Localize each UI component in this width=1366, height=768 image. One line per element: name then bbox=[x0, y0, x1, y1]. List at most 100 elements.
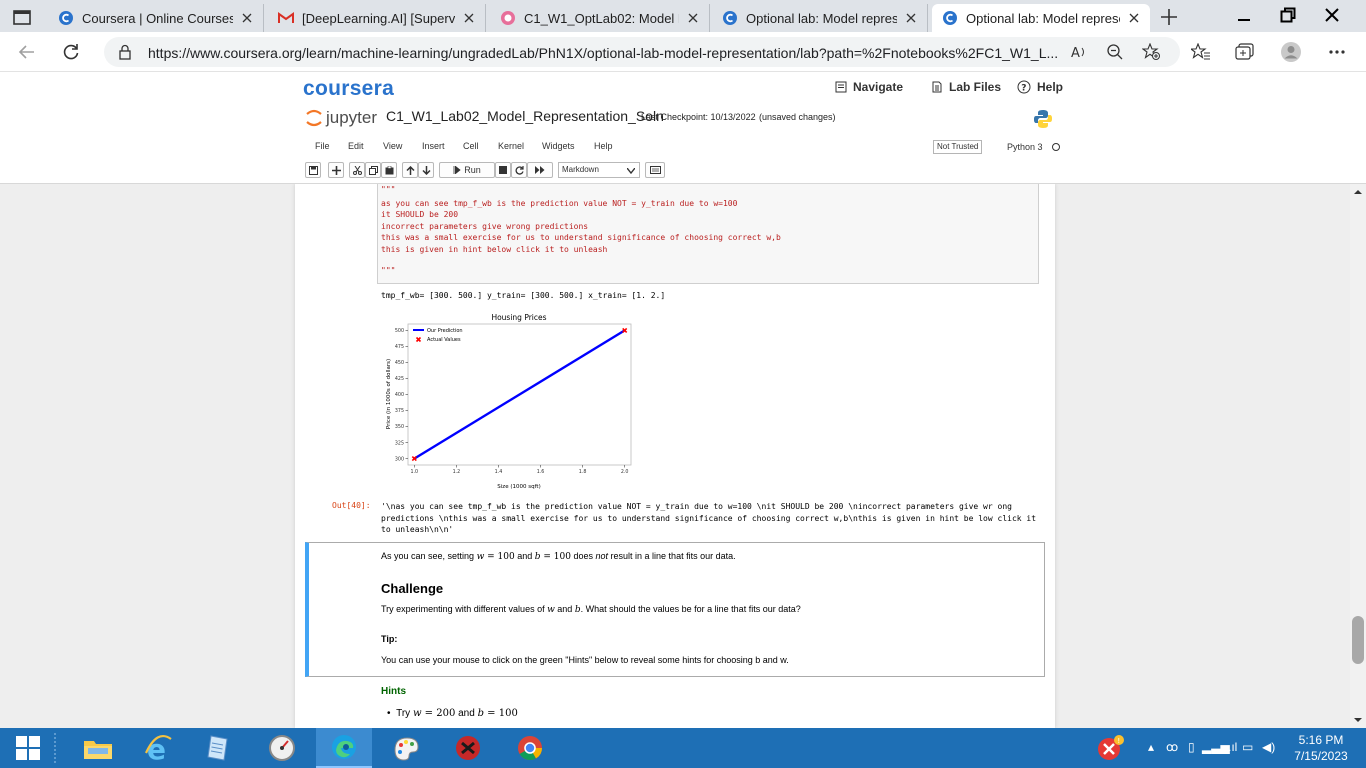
edge-browser-icon[interactable] bbox=[316, 728, 372, 768]
speedometer-app-icon[interactable] bbox=[254, 728, 310, 768]
tab-coursera-home[interactable]: Coursera | Online Courses & C bbox=[48, 4, 264, 32]
not-trusted-button[interactable]: Not Trusted bbox=[933, 140, 983, 154]
paste-icon[interactable] bbox=[381, 162, 397, 178]
kernel-name[interactable]: Python 3 bbox=[1007, 142, 1043, 152]
help-button[interactable]: ? Help bbox=[1017, 80, 1063, 94]
vertical-scrollbar[interactable] bbox=[1350, 184, 1366, 728]
markdown-cell-selected[interactable]: As you can see, setting w = 100 and b = … bbox=[305, 542, 1045, 677]
notification-app-icon[interactable]: ! bbox=[1082, 728, 1138, 768]
tab-optlab02[interactable]: C1_W1_OptLab02: Model Rep bbox=[490, 4, 710, 32]
y-tick-label: 425 bbox=[395, 376, 404, 382]
zoom-out-icon[interactable] bbox=[1106, 43, 1124, 61]
windows-taskbar: e ! ▴ ꝏ ▯ ▂▃▅ .ıl ▭ ◀) 5:16 PM 7/15/2023 bbox=[0, 728, 1366, 768]
url-field[interactable]: https://www.coursera.org/learn/machine-l… bbox=[104, 37, 1180, 67]
restore-icon[interactable] bbox=[1266, 0, 1310, 30]
navigate-button[interactable]: Navigate bbox=[835, 80, 903, 94]
menu-view[interactable]: View bbox=[383, 141, 402, 151]
out-prompt: Out[40]: bbox=[332, 501, 371, 510]
y-tick-label: 475 bbox=[395, 344, 404, 350]
menu-insert[interactable]: Insert bbox=[422, 141, 445, 151]
cut-icon[interactable] bbox=[349, 162, 365, 178]
internet-explorer-icon[interactable]: e bbox=[130, 728, 186, 768]
menu-edit[interactable]: Edit bbox=[348, 141, 364, 151]
more-options-icon[interactable] bbox=[1326, 41, 1348, 63]
close-tab-icon[interactable] bbox=[1126, 10, 1142, 26]
profile-avatar-icon[interactable] bbox=[1280, 41, 1302, 63]
chrome-icon[interactable] bbox=[502, 728, 558, 768]
read-aloud-icon[interactable]: A bbox=[1070, 43, 1088, 61]
hints-toggle[interactable]: Hints bbox=[381, 686, 406, 697]
stream-output: tmp_f_wb= [300. 500.] y_train= [300. 500… bbox=[381, 291, 666, 300]
menu-help[interactable]: Help bbox=[594, 141, 613, 151]
paint-icon[interactable] bbox=[378, 728, 434, 768]
menu-widgets[interactable]: Widgets bbox=[542, 141, 575, 151]
menu-file[interactable]: File bbox=[315, 141, 330, 151]
tab-optional-lab-1[interactable]: Optional lab: Model represen bbox=[712, 4, 928, 32]
scrollbar-thumb[interactable] bbox=[1352, 616, 1364, 664]
tip-text: You can use your mouse to click on the g… bbox=[381, 655, 789, 665]
cell-type-select[interactable]: Markdown bbox=[558, 162, 640, 178]
lock-icon[interactable] bbox=[116, 43, 134, 61]
run-button[interactable]: Run bbox=[439, 162, 495, 178]
housing-prices-chart: Housing Prices 300 325 350 375 400 425 450 475 5… bbox=[386, 313, 632, 490]
scroll-down-icon[interactable] bbox=[1350, 714, 1366, 726]
task-view-grip[interactable] bbox=[46, 728, 64, 768]
lab-files-button[interactable]: Lab Files bbox=[931, 80, 1001, 94]
wifi-icon[interactable]: .ıl bbox=[1228, 740, 1237, 754]
y-tick-label: 500 bbox=[395, 328, 404, 334]
coursera-logo[interactable]: coursera bbox=[303, 77, 394, 101]
code-cell-input[interactable]: """ as you can see tmp_f_wb is the predi… bbox=[377, 184, 1039, 284]
favorites-icon[interactable] bbox=[1190, 41, 1212, 63]
restart-run-all-icon[interactable] bbox=[527, 162, 553, 178]
signal-icon[interactable]: ▂▃▅ bbox=[1202, 740, 1230, 754]
volume-icon[interactable]: ◀) bbox=[1262, 740, 1275, 754]
close-tab-icon[interactable] bbox=[239, 10, 255, 26]
math-eq: = 100 bbox=[540, 552, 571, 562]
close-tab-icon[interactable] bbox=[461, 10, 477, 26]
tab-gmail[interactable]: [DeepLearning.AI] [Supervised bbox=[268, 4, 486, 32]
tab-actions-icon[interactable] bbox=[8, 6, 36, 28]
insert-cell-icon[interactable] bbox=[328, 162, 344, 178]
phone-link-icon[interactable]: ▯ bbox=[1188, 740, 1195, 754]
notebook-name[interactable]: C1_W1_Lab02_Model_Representation_Soln bbox=[386, 108, 664, 124]
show-hidden-icons-icon[interactable]: ▴ bbox=[1148, 740, 1154, 754]
md-text: and bbox=[554, 604, 575, 614]
move-up-icon[interactable] bbox=[402, 162, 418, 178]
close-tab-icon[interactable] bbox=[903, 10, 919, 26]
save-icon[interactable] bbox=[305, 162, 321, 178]
system-clock[interactable]: 5:16 PM 7/15/2023 bbox=[1290, 732, 1352, 764]
md-text: . What should the values be for a line t… bbox=[580, 604, 801, 614]
close-tab-icon[interactable] bbox=[685, 10, 701, 26]
close-window-icon[interactable] bbox=[1310, 0, 1354, 30]
notebook-scroll-area[interactable]: """ as you can see tmp_f_wb is the predi… bbox=[0, 184, 1350, 728]
math-eq: = 200 bbox=[421, 708, 456, 719]
bluetooth-icon[interactable]: ꝏ bbox=[1166, 740, 1178, 754]
menu-cell[interactable]: Cell bbox=[463, 141, 479, 151]
new-tab-icon[interactable] bbox=[1158, 6, 1180, 28]
y-tick-label: 325 bbox=[395, 440, 404, 446]
interrupt-icon[interactable] bbox=[495, 162, 511, 178]
command-palette-icon[interactable] bbox=[645, 162, 665, 178]
minimize-icon[interactable] bbox=[1222, 0, 1266, 30]
file-explorer-icon[interactable] bbox=[70, 728, 126, 768]
tab-optional-lab-active[interactable]: Optional lab: Model represen bbox=[932, 4, 1150, 32]
security-app-icon[interactable] bbox=[440, 728, 496, 768]
scroll-up-icon[interactable] bbox=[1350, 186, 1366, 198]
add-favorite-icon[interactable] bbox=[1142, 43, 1160, 61]
move-down-icon[interactable] bbox=[418, 162, 434, 178]
code-line: as you can see tmp_f_wb is the predictio… bbox=[381, 199, 738, 208]
browser-tab-strip: Coursera | Online Courses & C [DeepLearn… bbox=[0, 0, 1366, 32]
menu-kernel[interactable]: Kernel bbox=[498, 141, 524, 151]
restart-icon[interactable] bbox=[511, 162, 527, 178]
jupyter-logo[interactable]: jupyter bbox=[305, 108, 377, 128]
refresh-icon[interactable] bbox=[60, 41, 82, 63]
copy-icon[interactable] bbox=[365, 162, 381, 178]
notepad-icon[interactable] bbox=[190, 728, 246, 768]
collections-icon[interactable] bbox=[1234, 41, 1256, 63]
code-line: """ bbox=[381, 266, 396, 275]
run-label: Run bbox=[464, 165, 481, 175]
coursera-header: coursera Navigate Lab Files ? Help bbox=[0, 72, 1366, 104]
battery-icon[interactable]: ▭ bbox=[1242, 740, 1253, 754]
back-icon[interactable] bbox=[16, 41, 38, 63]
file-icon bbox=[932, 81, 942, 93]
